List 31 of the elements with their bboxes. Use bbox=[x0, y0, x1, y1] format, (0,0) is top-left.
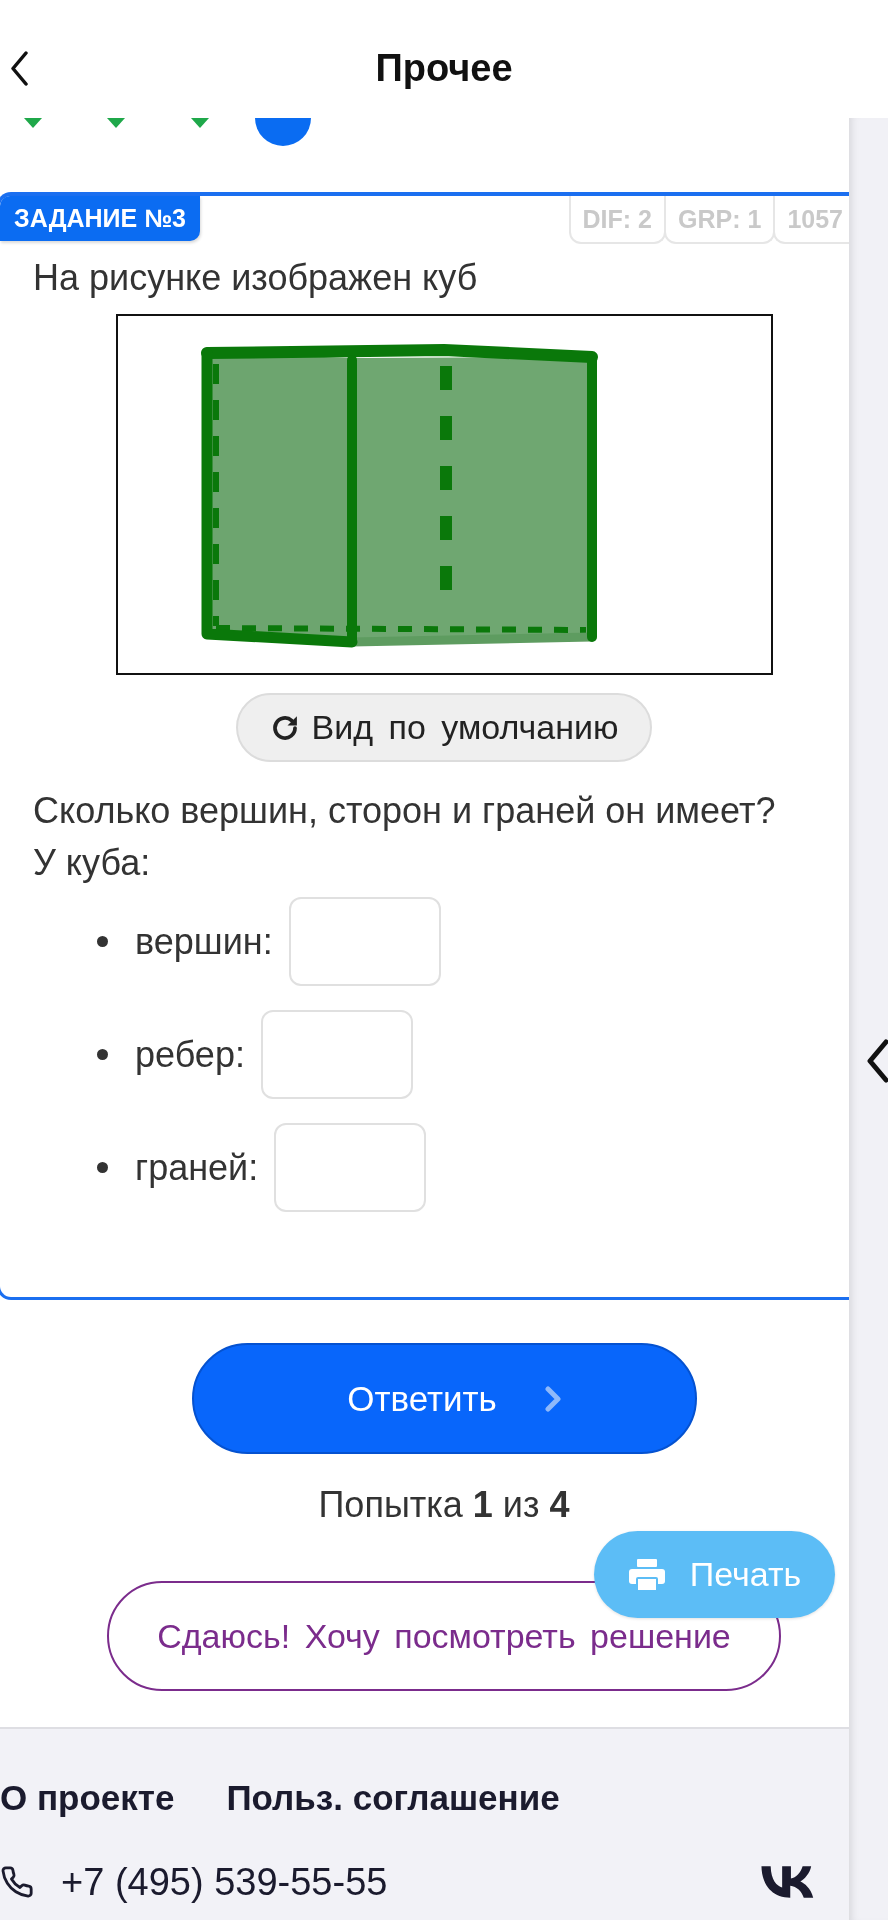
current-step-icon[interactable] bbox=[255, 118, 312, 146]
question-text: Сколько вершин, сторон и граней он имеет? bbox=[32, 789, 777, 833]
bullet-icon bbox=[97, 1162, 108, 1173]
answer-label: вершин: bbox=[135, 919, 273, 964]
phone-link[interactable]: +7 (495) 539-55-55 bbox=[61, 1860, 388, 1904]
phone-icon bbox=[0, 1865, 34, 1899]
vk-icon[interactable] bbox=[761, 1866, 815, 1898]
back-icon[interactable] bbox=[10, 50, 28, 86]
answer-field[interactable] bbox=[274, 1123, 427, 1212]
bullet-icon bbox=[97, 936, 108, 947]
chevron-right-icon bbox=[544, 1385, 561, 1412]
footer-link[interactable]: Польз. соглашение bbox=[226, 1778, 560, 1818]
bullet-icon bbox=[97, 1049, 108, 1060]
answer-label: граней: bbox=[135, 1145, 259, 1190]
reset-view-button[interactable]: Вид по умолчанию bbox=[236, 693, 652, 762]
task-text: На рисунке изображен куб bbox=[32, 256, 479, 300]
footer-link[interactable]: О проекте bbox=[0, 1778, 175, 1818]
answer-field[interactable] bbox=[260, 1010, 413, 1099]
chevron-left-icon[interactable] bbox=[867, 1039, 888, 1083]
attempt-counter: Попытка 1 из 4 bbox=[317, 1485, 571, 1525]
printer-icon bbox=[627, 1557, 666, 1592]
answer-intro-text: У куба: bbox=[32, 841, 152, 885]
step-marker-icon[interactable] bbox=[23, 118, 42, 128]
step-marker-icon[interactable] bbox=[190, 118, 209, 128]
answer-field[interactable] bbox=[288, 897, 441, 986]
answer-label: ребер: bbox=[135, 1032, 245, 1077]
cube-viewer[interactable] bbox=[116, 314, 773, 675]
submit-button[interactable]: Ответить bbox=[191, 1343, 697, 1454]
page-title: Прочее bbox=[374, 46, 514, 90]
step-marker-icon[interactable] bbox=[107, 118, 126, 128]
task-badge: ЗАДАНИЕ №3 bbox=[0, 196, 200, 241]
